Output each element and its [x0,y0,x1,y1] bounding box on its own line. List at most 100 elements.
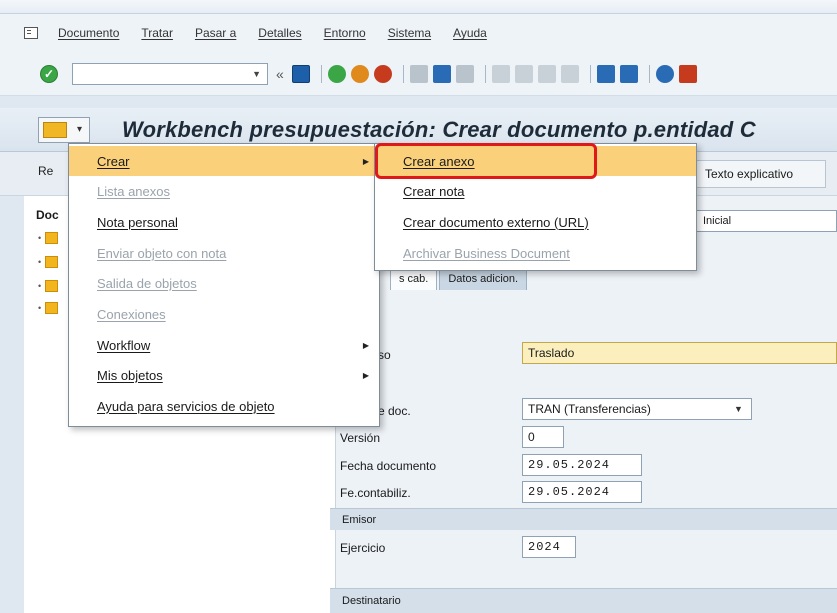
tree-title: Doc [36,208,59,222]
menu-item-nota-personal[interactable]: Nota personal [69,207,379,237]
submenu-item-label: Crear anexo [403,153,475,169]
previous-page-icon[interactable] [514,64,533,83]
next-page-icon[interactable] [537,64,556,83]
status-field[interactable]: Inicial [696,210,837,232]
menu-item-label: Salida de objetos [97,275,197,291]
tree-expand-icon[interactable]: • [38,281,41,291]
texto-explicativo-button[interactable]: Texto explicativo [696,160,826,188]
proceso-input[interactable]: Traslado [522,342,837,364]
last-page-icon[interactable] [560,64,579,83]
version-label: Versión [340,431,381,445]
fecha-documento-label: Fecha documento [340,459,437,473]
fecha-contabilizacion-input[interactable]: 29.05.2024 [522,481,642,503]
shortcut-icon[interactable] [619,64,638,83]
submenu-item-label: Crear nota [403,183,465,199]
standard-toolbar: ✓ ▼ « [0,52,837,96]
destinatario-header-label: Destinatario [342,595,401,607]
submenu-item-archivar-business-document[interactable]: Archivar Business Document [375,238,696,268]
crear-submenu: Crear anexo Crear nota Crear documento e… [374,143,697,271]
system-menu-icon[interactable] [24,27,38,39]
menu-detalles[interactable]: Detalles [258,26,301,40]
fecha-documento-value: 29.05.2024 [528,458,611,472]
first-page-icon[interactable] [491,64,510,83]
folder-icon [45,280,59,292]
tab-label: s cab. [399,272,429,285]
version-input[interactable]: 0 [522,426,564,448]
services-for-object-button[interactable]: ▾ [38,116,90,143]
tree-node[interactable]: • [38,232,59,244]
texto-explicativo-label: Texto explicativo [705,167,794,181]
menu-item-lista-anexos[interactable]: Lista anexos [69,176,379,206]
tree-expand-icon[interactable]: • [38,257,41,267]
tree-node[interactable]: • [38,280,59,292]
fecha-documento-input[interactable]: 29.05.2024 [522,454,642,476]
submenu-arrow-icon: ▶ [362,340,369,350]
emisor-header-label: Emisor [342,513,377,526]
layout-icon[interactable] [678,64,697,83]
menu-item-mis-objetos[interactable]: Mis objetos ▶ [69,360,379,390]
submenu-item-crear-documento-externo[interactable]: Crear documento externo (URL) [375,207,696,237]
menu-ayuda[interactable]: Ayuda [453,26,487,40]
submenu-item-label: Crear documento externo (URL) [403,214,589,230]
find-next-icon[interactable] [455,64,474,83]
menu-item-ayuda-servicios[interactable]: Ayuda para servicios de objeto [69,391,379,421]
menu-item-label: Ayuda para servicios de objeto [97,398,275,414]
menu-item-conexiones[interactable]: Conexiones [69,299,379,329]
dropdown-icon: ▾ [77,124,83,135]
status-value: Inicial [703,215,732,227]
command-dropdown-icon[interactable]: ▼ [252,69,261,79]
submenu-item-crear-anexo[interactable]: Crear anexo [375,146,696,176]
menu-item-label: Crear [97,153,130,169]
new-session-icon[interactable] [596,64,615,83]
menu-item-label: Lista anexos [97,183,170,199]
print-icon[interactable] [409,64,428,83]
tree-node[interactable]: • [38,302,59,314]
submenu-item-label: Archivar Business Document [403,245,570,261]
menu-item-label: Enviar objeto con nota [97,245,227,261]
menu-pasar-a[interactable]: Pasar a [195,26,236,40]
fecha-contabilizacion-value: 29.05.2024 [528,485,611,499]
menu-tratar[interactable]: Tratar [141,26,173,40]
toolbar-separator [484,64,486,83]
folder-icon [45,302,59,314]
menu-item-label: Mis objetos [97,367,163,383]
menu-item-salida-objetos[interactable]: Salida de objetos [69,268,379,298]
ejercicio-value: 2024 [528,540,561,554]
menu-item-label: Workflow [97,337,151,353]
command-field[interactable]: ▼ [72,62,268,85]
back-icon[interactable]: « [276,66,284,82]
menu-entorno[interactable]: Entorno [324,26,366,40]
proceso-value: Traslado [528,346,575,360]
tree-expand-icon[interactable]: • [38,303,41,313]
save-icon[interactable] [291,64,310,83]
submenu-arrow-icon: ▶ [362,370,369,380]
folder-icon [45,256,59,268]
menu-item-crear[interactable]: Crear ▶ [69,146,379,176]
menu-item-label: Conexiones [97,306,166,322]
clase-doc-select[interactable]: TRAN (Transferencias) [522,398,752,420]
toolbar-separator [320,64,322,83]
folder-icon [43,121,67,138]
page-title: Workbench presupuestación: Crear documen… [122,116,756,142]
menu-item-workflow[interactable]: Workflow ▶ [69,330,379,360]
emisor-section-header: Emisor [330,508,837,530]
tree-expand-icon[interactable]: • [38,233,41,243]
fecha-contabilizacion-label: Fe.contabiliz. [340,486,411,500]
chevron-down-icon[interactable]: ▼ [734,404,743,414]
find-icon[interactable] [432,64,451,83]
help-icon[interactable] [655,64,674,83]
tree-node[interactable]: • [38,256,59,268]
submenu-item-crear-nota[interactable]: Crear nota [375,176,696,206]
cancel-icon[interactable] [373,64,392,83]
ejercicio-input[interactable]: 2024 [522,536,576,558]
menu-sistema[interactable]: Sistema [388,26,431,40]
menu-item-enviar-objeto[interactable]: Enviar objeto con nota [69,238,379,268]
app-toolbar-button-left[interactable]: Re [38,164,53,178]
window-top-frame [0,0,837,14]
menu-documento[interactable]: Documento [58,26,119,40]
toolbar-separator [402,64,404,83]
enter-check-icon[interactable]: ✓ [40,64,58,83]
exit-icon[interactable] [350,64,369,83]
menu-item-label: Nota personal [97,214,178,230]
back-navigation-icon[interactable] [327,64,346,83]
